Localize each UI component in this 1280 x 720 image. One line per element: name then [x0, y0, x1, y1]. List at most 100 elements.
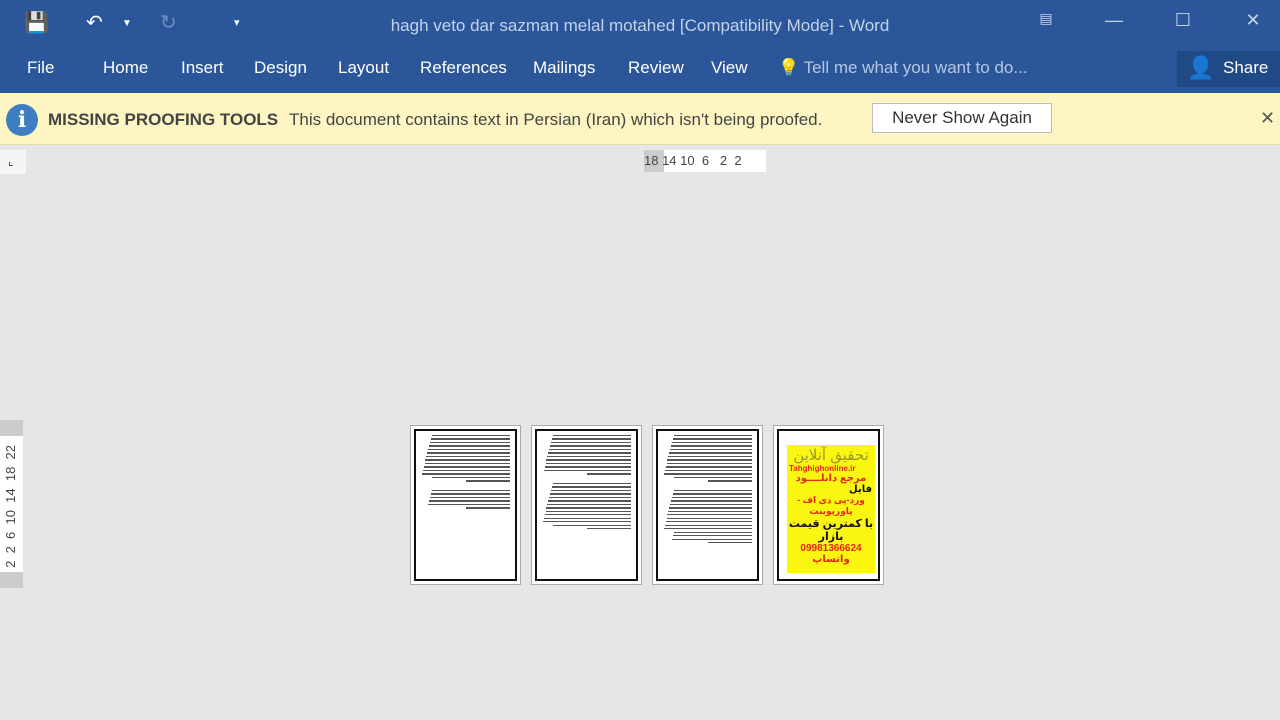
- text-line: [663, 473, 752, 475]
- maximize-icon[interactable]: ☐: [1168, 10, 1198, 31]
- text-line: [671, 441, 752, 444]
- text-line: [666, 462, 752, 465]
- text-line: [673, 531, 752, 533]
- text-line: [551, 486, 631, 488]
- text-line: [672, 535, 752, 537]
- tell-me-text: Tell me what you want to do...: [803, 58, 1028, 77]
- text-line: [431, 476, 510, 479]
- text-line: [423, 466, 510, 468]
- page-thumbnail-1[interactable]: [410, 425, 521, 585]
- text-line: [671, 496, 752, 499]
- ad-line-1: مرجع دانلــــود: [795, 473, 867, 484]
- text-line: [669, 452, 752, 454]
- tab-home[interactable]: Home: [103, 58, 148, 78]
- ribbon-tabs: File Home Insert Design Layout Reference…: [0, 48, 1280, 93]
- title-bar: 💾 ↶ ▼ ↻ ▾ hagh veto dar sazman melal mot…: [0, 0, 1280, 48]
- text-line: [664, 524, 752, 526]
- ribbon-display-icon[interactable]: ▤: [1031, 10, 1061, 27]
- tab-layout[interactable]: Layout: [338, 58, 389, 78]
- page-ad: تحقیق آنلاین Tahghighonline.ir مرجع دانل…: [777, 429, 880, 581]
- document-title: hagh veto dar sazman melal motahed [Comp…: [390, 16, 890, 35]
- close-icon[interactable]: ✕: [1238, 10, 1268, 31]
- ad-line-5: 09981366624 واتساپ: [800, 543, 862, 565]
- text-line: [673, 489, 752, 492]
- ruler-numbers: 18 14 10 6 2 2: [644, 153, 742, 168]
- ad-line-4: با کمترین قیمت بازار: [788, 518, 874, 543]
- tab-file[interactable]: File: [27, 58, 54, 78]
- text-line: [425, 459, 510, 461]
- text-line: [547, 455, 631, 458]
- text-line: [673, 476, 752, 479]
- text-line: [545, 510, 631, 512]
- text-line: [550, 445, 631, 447]
- ad-site: Tahghighonline.ir: [789, 464, 856, 473]
- ad-line-2: فایل: [849, 484, 872, 495]
- message-title: MISSING PROOFING TOOLS: [48, 110, 279, 129]
- share-person-icon: 👤: [1187, 55, 1215, 80]
- text-line: [667, 459, 752, 461]
- text-line: [546, 459, 631, 461]
- text-line: [548, 452, 631, 454]
- horizontal-ruler[interactable]: 18 14 10 6 2 2: [644, 150, 766, 172]
- text-line: [542, 521, 631, 523]
- text-line: [431, 435, 510, 437]
- text-line: [549, 448, 631, 451]
- ad-line-3: ورد-پی دی اف - پاورپوینت: [797, 495, 865, 516]
- ad-title: تحقیق آنلاین: [793, 447, 869, 464]
- text-line: [424, 462, 510, 465]
- text-line: [671, 500, 752, 502]
- text-line: [431, 489, 510, 492]
- close-message-icon[interactable]: ✕: [1260, 108, 1275, 129]
- text-line: [669, 507, 752, 509]
- tab-view[interactable]: View: [711, 58, 748, 78]
- lightbulb-icon: 💡: [778, 58, 800, 77]
- text-line: [586, 528, 631, 530]
- text-line: [549, 496, 631, 499]
- text-line: [707, 480, 752, 482]
- text-line: [428, 503, 510, 506]
- tab-review[interactable]: Review: [628, 58, 684, 78]
- tab-mailings[interactable]: Mailings: [533, 58, 595, 78]
- text-line: [465, 480, 510, 482]
- text-line: [671, 538, 752, 540]
- never-show-again-button[interactable]: Never Show Again: [872, 103, 1052, 133]
- text-line: [422, 469, 510, 472]
- text-line: [426, 455, 510, 458]
- text-line: [548, 500, 631, 502]
- text-line: [429, 445, 510, 447]
- page-text: [656, 429, 759, 581]
- tab-design[interactable]: Design: [254, 58, 307, 78]
- text-line: [666, 517, 752, 519]
- text-line: [670, 503, 752, 506]
- page-thumbnail-3[interactable]: [652, 425, 763, 585]
- tab-insert[interactable]: Insert: [181, 58, 224, 78]
- tell-me-search[interactable]: 💡 Tell me what you want to do...: [778, 58, 1028, 78]
- tab-selector[interactable]: ⌞: [0, 150, 26, 174]
- text-line: [670, 448, 752, 451]
- text-line: [668, 455, 752, 458]
- text-line: [667, 514, 752, 516]
- tab-references[interactable]: References: [420, 58, 507, 78]
- text-line: [707, 542, 752, 544]
- text-line: [586, 473, 631, 475]
- page-thumbnail-4[interactable]: تحقیق آنلاین Tahghighonline.ir مرجع دانل…: [773, 425, 884, 585]
- text-line: [429, 441, 510, 444]
- minimize-icon[interactable]: —: [1099, 10, 1129, 31]
- page-text: [535, 429, 638, 581]
- text-line: [545, 462, 631, 465]
- text-line: [546, 507, 631, 509]
- text-line: [421, 473, 510, 475]
- text-line: [550, 441, 631, 444]
- text-line: [550, 493, 631, 495]
- text-line: [668, 510, 752, 512]
- info-icon: i: [6, 104, 38, 136]
- text-line: [550, 489, 631, 492]
- text-line: [663, 528, 752, 530]
- text-line: [429, 496, 510, 499]
- ruler-margin-top: [0, 420, 23, 436]
- page-thumbnail-2[interactable]: [531, 425, 642, 585]
- vertical-ruler[interactable]: 2 2 6 10 14 18 22: [0, 420, 23, 588]
- share-button[interactable]: 👤 Share: [1177, 51, 1280, 87]
- page-text: [414, 429, 517, 581]
- text-line: [427, 452, 510, 454]
